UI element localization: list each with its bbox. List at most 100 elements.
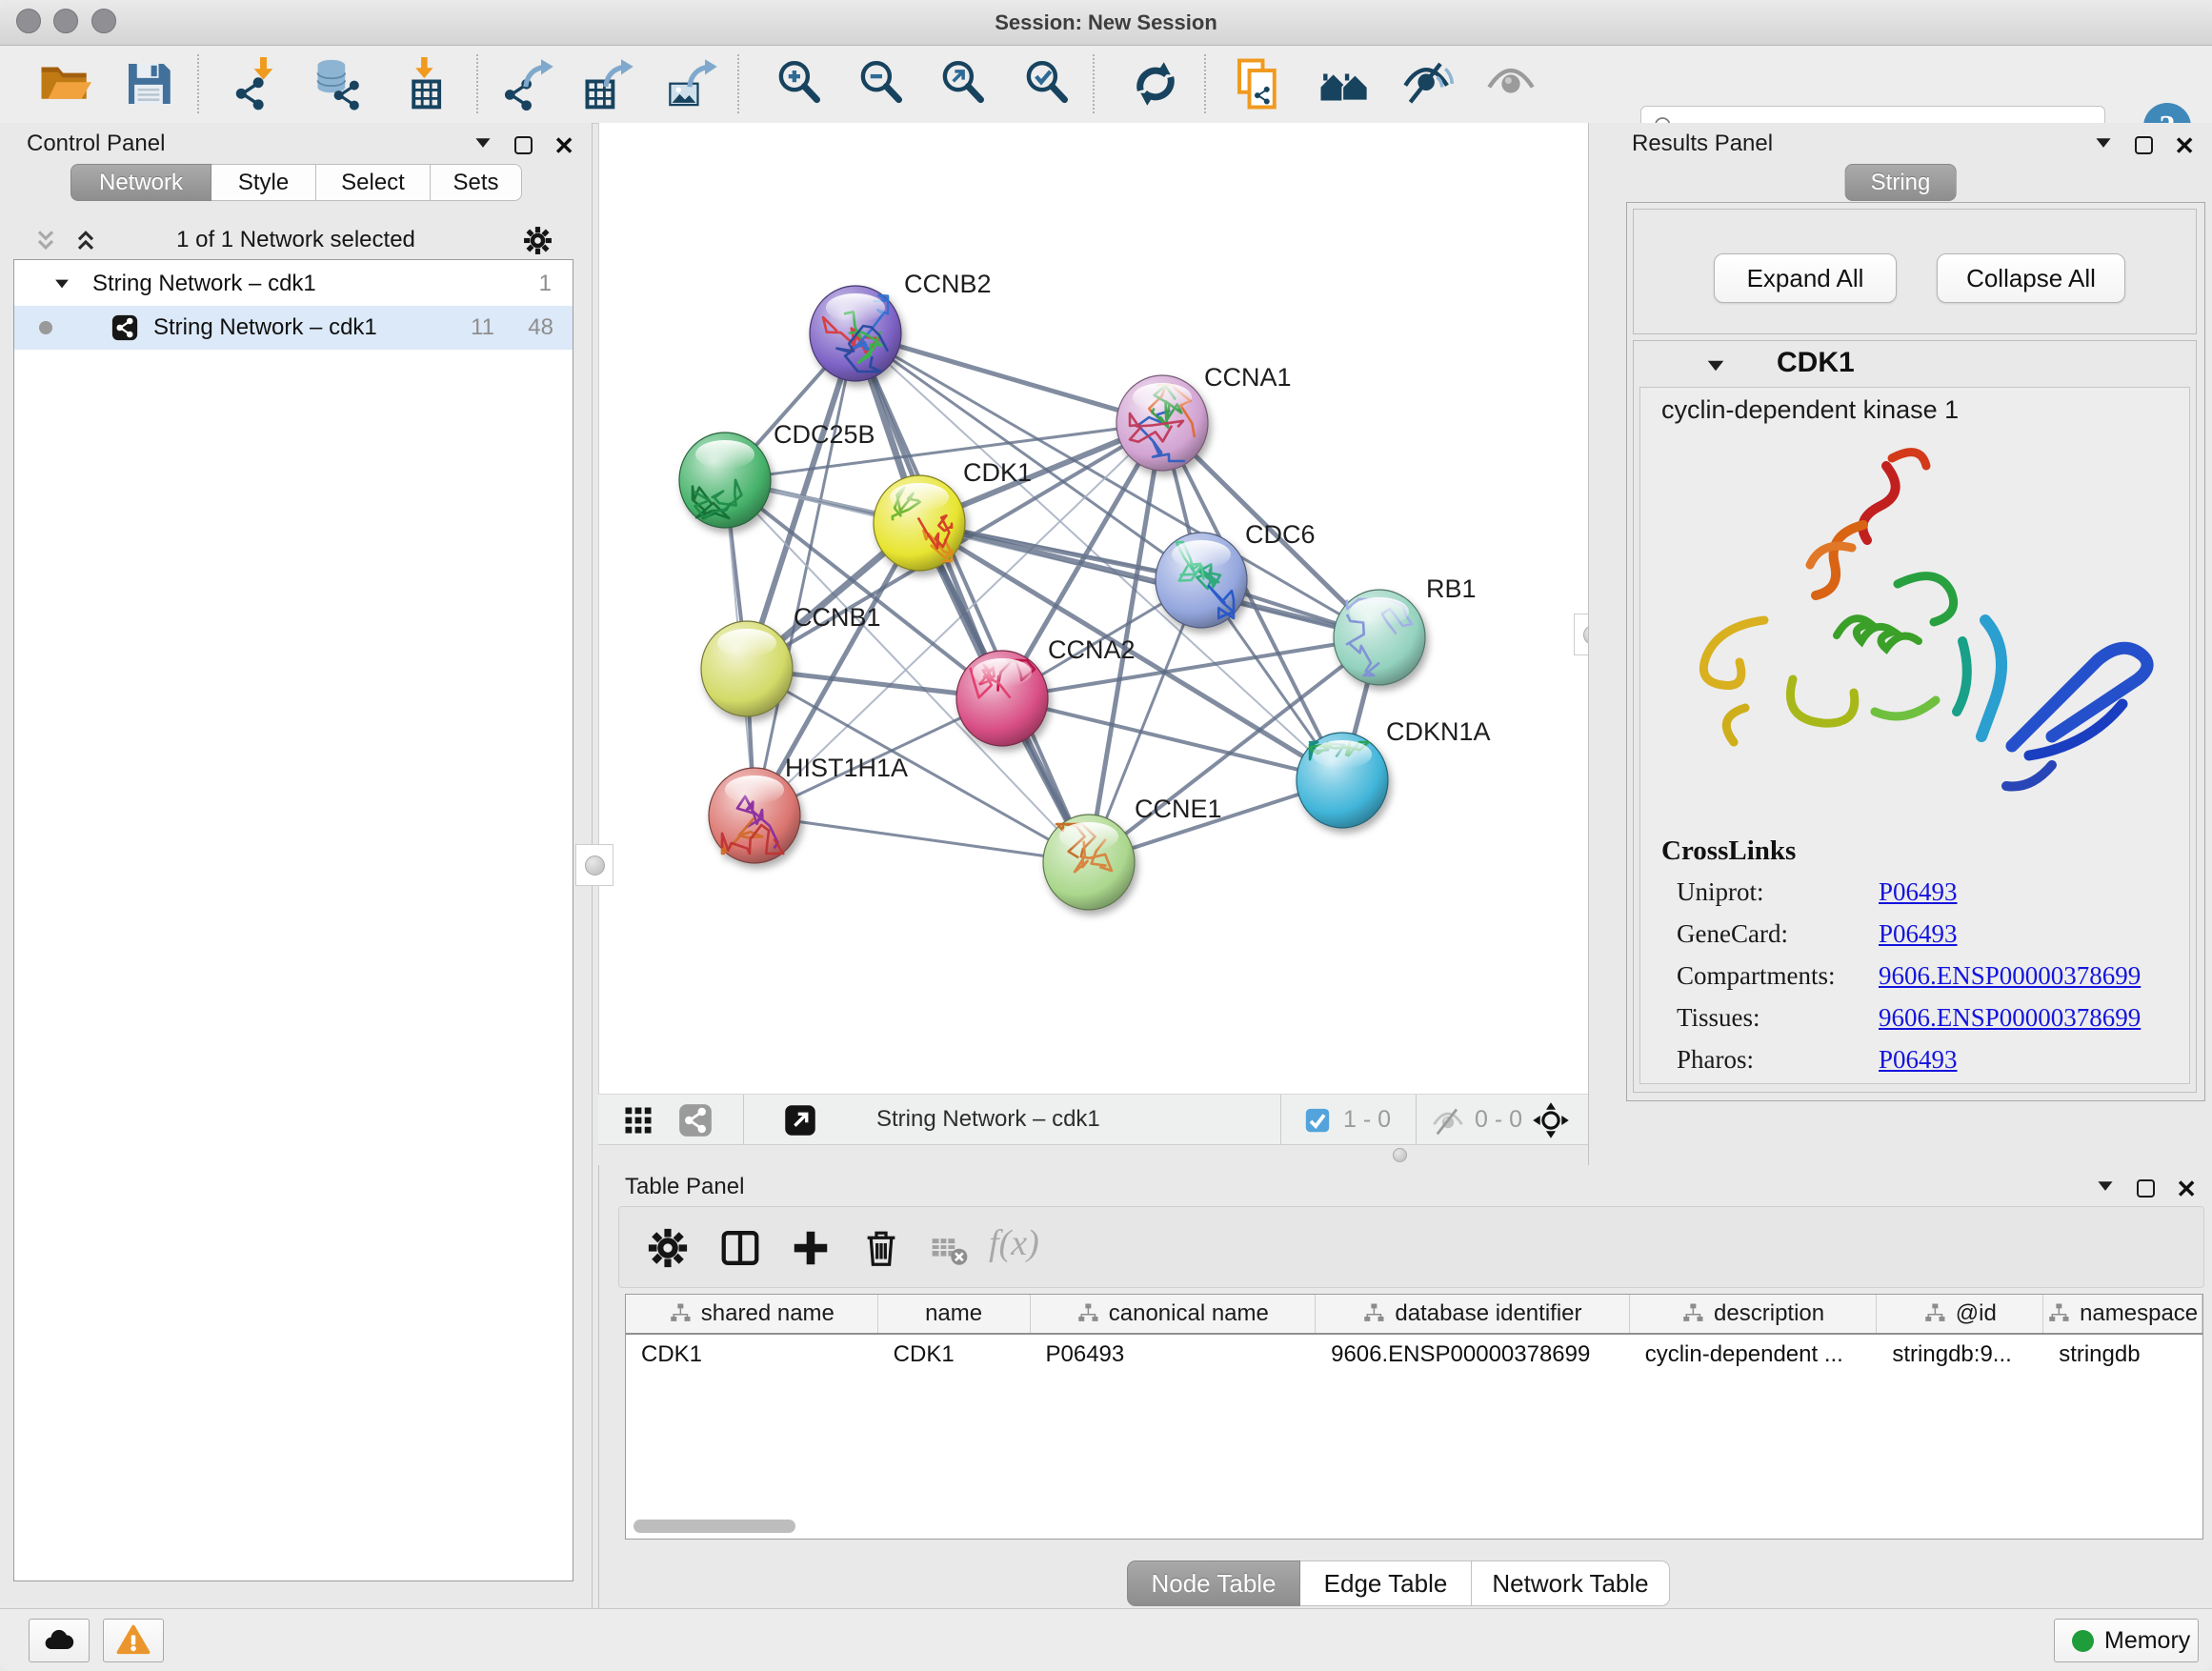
crosslink-link[interactable]: P06493: [1879, 877, 1958, 906]
add-column-icon[interactable]: [789, 1226, 833, 1270]
tab-edge-table[interactable]: Edge Table: [1300, 1560, 1472, 1606]
import-table-icon[interactable]: [394, 57, 448, 111]
birds-eye-view-icon[interactable]: [621, 1103, 655, 1137]
crosslink-link[interactable]: 9606.ENSP00000378699: [1879, 961, 2141, 990]
network-node-ccnb1[interactable]: [701, 621, 793, 716]
network-node-ccnb2[interactable]: [810, 286, 901, 381]
crosslink-label: Pharos:: [1677, 1045, 1879, 1075]
network-edge[interactable]: [754, 815, 1089, 862]
splitter-handle[interactable]: [1393, 1148, 1407, 1162]
table-cell[interactable]: stringdb: [2043, 1335, 2202, 1375]
horizontal-scrollbar[interactable]: [633, 1520, 795, 1533]
tab-sets[interactable]: Sets: [431, 164, 522, 201]
crosslink-link[interactable]: P06493: [1879, 1045, 1958, 1074]
network-edge[interactable]: [1002, 698, 1342, 780]
node-table[interactable]: shared namenamecanonical namedatabase id…: [625, 1294, 2203, 1540]
column-header-shared-name[interactable]: shared name: [626, 1295, 878, 1333]
tab-network[interactable]: Network: [70, 164, 211, 201]
column-header--id[interactable]: @id: [1877, 1295, 2043, 1333]
panel-menu-icon[interactable]: [473, 132, 493, 158]
float-panel-icon[interactable]: [514, 136, 533, 154]
zoom-fit-icon[interactable]: [937, 57, 991, 111]
left-splitter-handle[interactable]: [575, 844, 613, 886]
memory-button[interactable]: Memory: [2054, 1619, 2199, 1662]
column-network-icon: [669, 1302, 692, 1325]
network-graph[interactable]: CCNB2CCNA1CDC25BCDK1CDC6RB1CCNB1CCNA2CDK…: [599, 123, 1588, 1094]
show-column-panel-icon[interactable]: [718, 1226, 762, 1270]
detach-view-icon[interactable]: [783, 1103, 817, 1137]
clone-network-icon[interactable]: [1233, 57, 1286, 111]
network-options-gear-icon[interactable]: [522, 225, 553, 261]
collapse-all-button[interactable]: Collapse All: [1937, 253, 2125, 303]
apply-layout-icon[interactable]: [1129, 57, 1182, 111]
close-panel-icon[interactable]: ✕: [2174, 136, 2195, 155]
network-node-hist1h1a[interactable]: [709, 768, 800, 863]
network-node-cdc25b[interactable]: [679, 433, 771, 528]
save-session-icon[interactable]: [122, 57, 175, 111]
network-node-ccne1[interactable]: [1043, 815, 1135, 910]
tab-style[interactable]: Style: [211, 164, 316, 201]
tab-network-table[interactable]: Network Table: [1472, 1560, 1670, 1606]
collection-expand-icon[interactable]: [52, 274, 71, 298]
first-neighbors-icon[interactable]: [1317, 57, 1371, 111]
column-header-name[interactable]: name: [878, 1295, 1031, 1333]
network-edge[interactable]: [855, 333, 1089, 862]
cloud-status-button[interactable]: [29, 1619, 90, 1662]
function-builder-icon: f(x): [989, 1222, 1039, 1264]
delete-column-trash-icon[interactable]: [859, 1226, 903, 1270]
tab-select[interactable]: Select: [316, 164, 431, 201]
table-row[interactable]: CDK1CDK1P064939606.ENSP00000378699cyclin…: [626, 1335, 2202, 1375]
import-network-file-icon[interactable]: [232, 57, 286, 111]
warnings-button[interactable]: [103, 1619, 164, 1662]
table-cell[interactable]: cyclin-dependent ...: [1630, 1335, 1878, 1375]
column-header-description[interactable]: description: [1630, 1295, 1878, 1333]
hide-selected-icon[interactable]: [1400, 57, 1454, 111]
selected-checkbox-icon[interactable]: [1303, 1106, 1332, 1135]
crosslink-link[interactable]: P06493: [1879, 919, 1958, 948]
section-collapse-icon[interactable]: [1704, 354, 1727, 382]
column-header-namespace[interactable]: namespace: [2043, 1295, 2202, 1333]
network-collection-row[interactable]: String Network – cdk1 1: [14, 262, 573, 306]
table-cell[interactable]: CDK1: [878, 1335, 1031, 1375]
import-network-database-icon[interactable]: [311, 57, 364, 111]
control-panel-tabs: Network Style Select Sets: [70, 164, 522, 201]
column-header-canonical-name[interactable]: canonical name: [1031, 1295, 1317, 1333]
network-node-ccna1[interactable]: [1116, 375, 1208, 471]
network-node-cdkn1a[interactable]: [1297, 733, 1388, 828]
close-panel-icon[interactable]: ✕: [2176, 1179, 2197, 1198]
table-cell[interactable]: CDK1: [626, 1335, 878, 1375]
close-panel-icon[interactable]: ✕: [553, 136, 574, 155]
show-graphics-details-icon[interactable]: [1484, 57, 1538, 111]
export-image-icon[interactable]: [667, 57, 720, 111]
export-table-icon[interactable]: [583, 57, 636, 111]
tab-string[interactable]: String: [1845, 164, 1957, 201]
network-node-cdc6[interactable]: [1156, 533, 1247, 628]
panel-menu-icon[interactable]: [2093, 132, 2114, 158]
fit-selection-crosshair-icon[interactable]: [1532, 1101, 1570, 1139]
open-file-icon[interactable]: [38, 57, 91, 111]
float-panel-icon[interactable]: [2135, 136, 2153, 154]
network-node-cdk1[interactable]: [874, 475, 965, 571]
panel-menu-icon[interactable]: [2095, 1176, 2116, 1201]
network-row[interactable]: String Network – cdk1 11 48: [14, 306, 573, 350]
network-badge-gray-icon[interactable]: [678, 1103, 713, 1137]
float-panel-icon[interactable]: [2137, 1179, 2155, 1198]
zoom-selected-icon[interactable]: [1021, 57, 1075, 111]
table-settings-gear-icon[interactable]: [646, 1226, 690, 1270]
column-header-database-identifier[interactable]: database identifier: [1316, 1295, 1630, 1333]
tab-node-table[interactable]: Node Table: [1127, 1560, 1300, 1606]
zoom-in-icon[interactable]: [774, 57, 827, 111]
table-cell[interactable]: 9606.ENSP00000378699: [1316, 1335, 1630, 1375]
zoom-out-icon[interactable]: [855, 57, 909, 111]
network-edge[interactable]: [855, 333, 1162, 423]
table-cell[interactable]: P06493: [1030, 1335, 1316, 1375]
horizontal-splitter[interactable]: [598, 1145, 1589, 1165]
table-cell[interactable]: stringdb:9...: [1877, 1335, 2043, 1375]
network-node-ccna2[interactable]: [956, 651, 1048, 746]
expand-all-button[interactable]: Expand All: [1714, 253, 1897, 303]
export-network-icon[interactable]: [503, 57, 556, 111]
network-node-rb1[interactable]: [1334, 590, 1425, 685]
network-canvas[interactable]: CCNB2CCNA1CDC25BCDK1CDC6RB1CCNB1CCNA2CDK…: [598, 123, 1589, 1094]
network-edge[interactable]: [754, 333, 855, 815]
crosslink-link[interactable]: 9606.ENSP00000378699: [1879, 1003, 2141, 1032]
